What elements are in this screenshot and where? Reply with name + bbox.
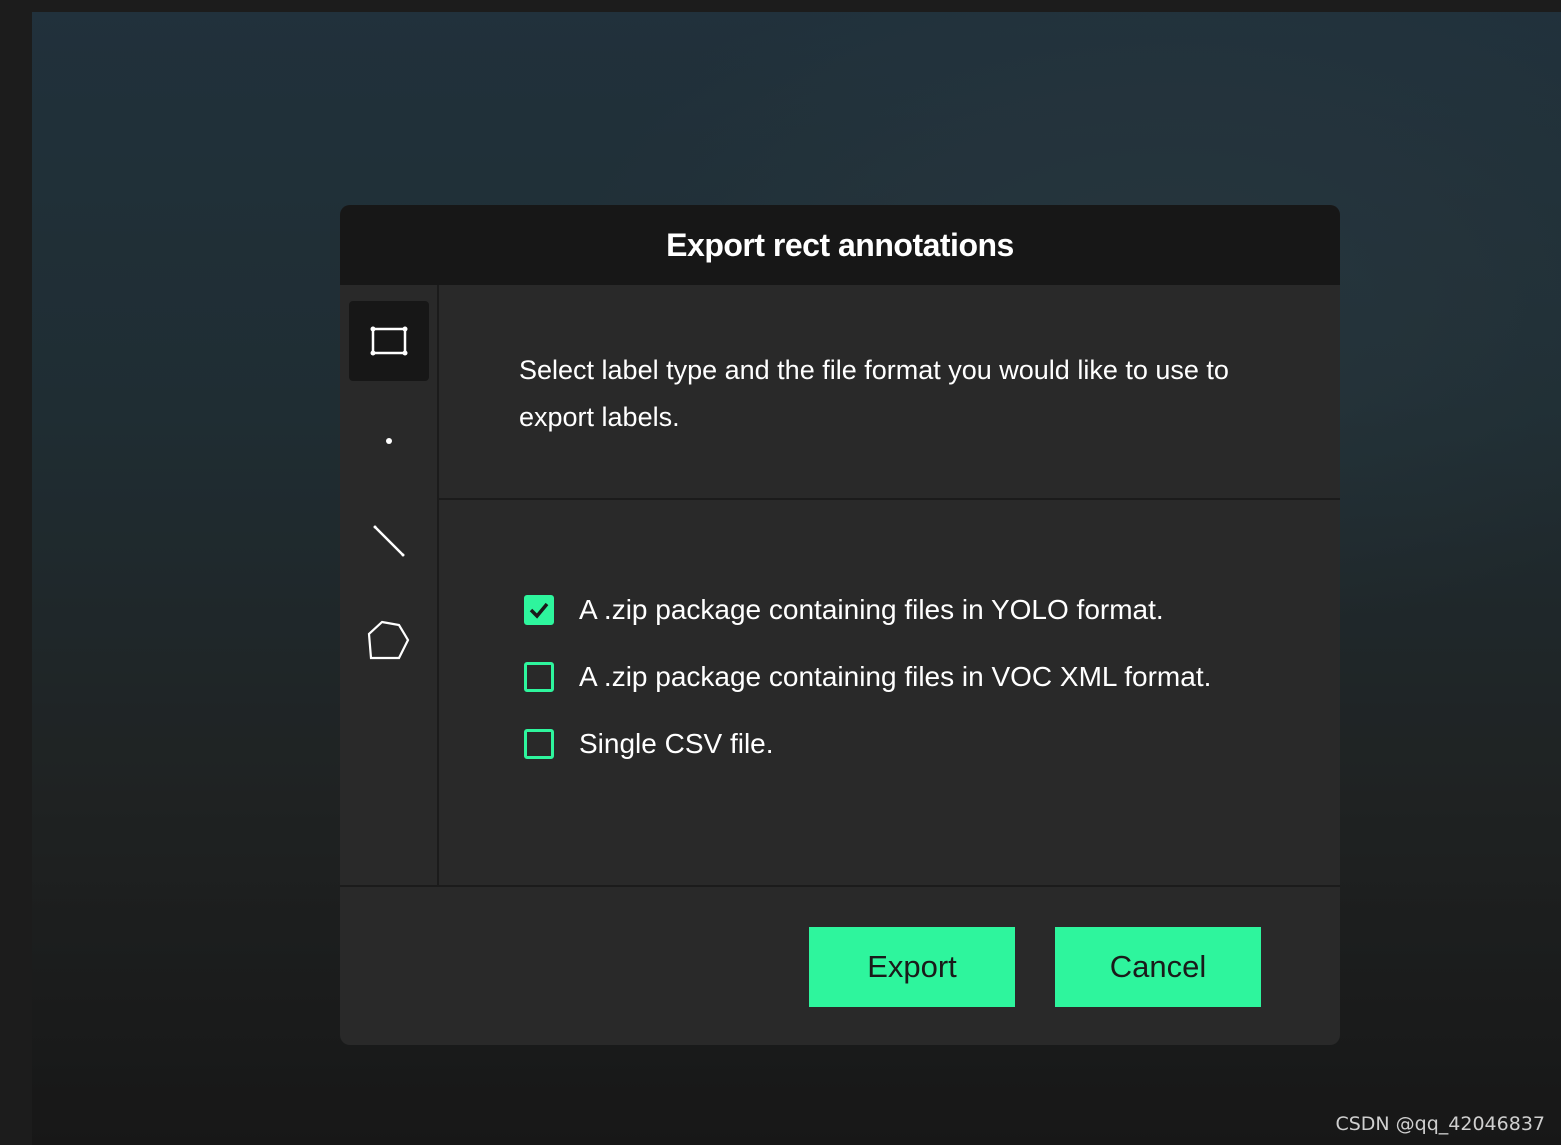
instructions-text: Select label type and the file format yo…: [519, 355, 1229, 432]
watermark-text: CSDN @qq_42046837: [1335, 1113, 1545, 1135]
label-type-polygon-button[interactable]: [349, 601, 429, 681]
cancel-button[interactable]: Cancel: [1055, 927, 1261, 1007]
label-type-rect-button[interactable]: [348, 301, 429, 381]
dialog-footer: Export Cancel: [340, 885, 1340, 1045]
option-label: A .zip package containing files in VOC X…: [579, 660, 1212, 692]
option-label: A .zip package containing files in YOLO …: [579, 593, 1164, 625]
rectangle-icon: [370, 326, 407, 356]
format-options: A .zip package containing files in YOLO …: [439, 500, 1340, 777]
checkmark-icon: [529, 602, 549, 619]
dialog-content: Select label type and the file format yo…: [439, 285, 1340, 886]
instructions-section: Select label type and the file format yo…: [439, 285, 1340, 500]
option-csv[interactable]: Single CSV file.: [524, 710, 1340, 777]
label-type-point-button[interactable]: [349, 401, 429, 481]
csv-checkbox[interactable]: [524, 728, 554, 759]
label-type-sidebar: [340, 285, 439, 886]
export-button[interactable]: Export: [809, 927, 1015, 1007]
voc-xml-checkbox[interactable]: [524, 661, 554, 692]
dialog-body: Select label type and the file format yo…: [340, 285, 1340, 886]
label-type-line-button[interactable]: [349, 501, 429, 581]
export-dialog: Export rect annotations Select label typ…: [340, 205, 1340, 1045]
option-voc-xml[interactable]: A .zip package containing files in VOC X…: [524, 643, 1340, 710]
line-icon: [373, 525, 404, 557]
option-label: Single CSV file.: [579, 727, 774, 759]
option-yolo[interactable]: A .zip package containing files in YOLO …: [524, 576, 1340, 643]
yolo-checkbox[interactable]: [524, 594, 554, 625]
polygon-icon: [367, 620, 409, 660]
dialog-title: Export rect annotations: [666, 226, 1014, 263]
point-icon: [385, 438, 392, 444]
dialog-header: Export rect annotations: [340, 205, 1340, 285]
